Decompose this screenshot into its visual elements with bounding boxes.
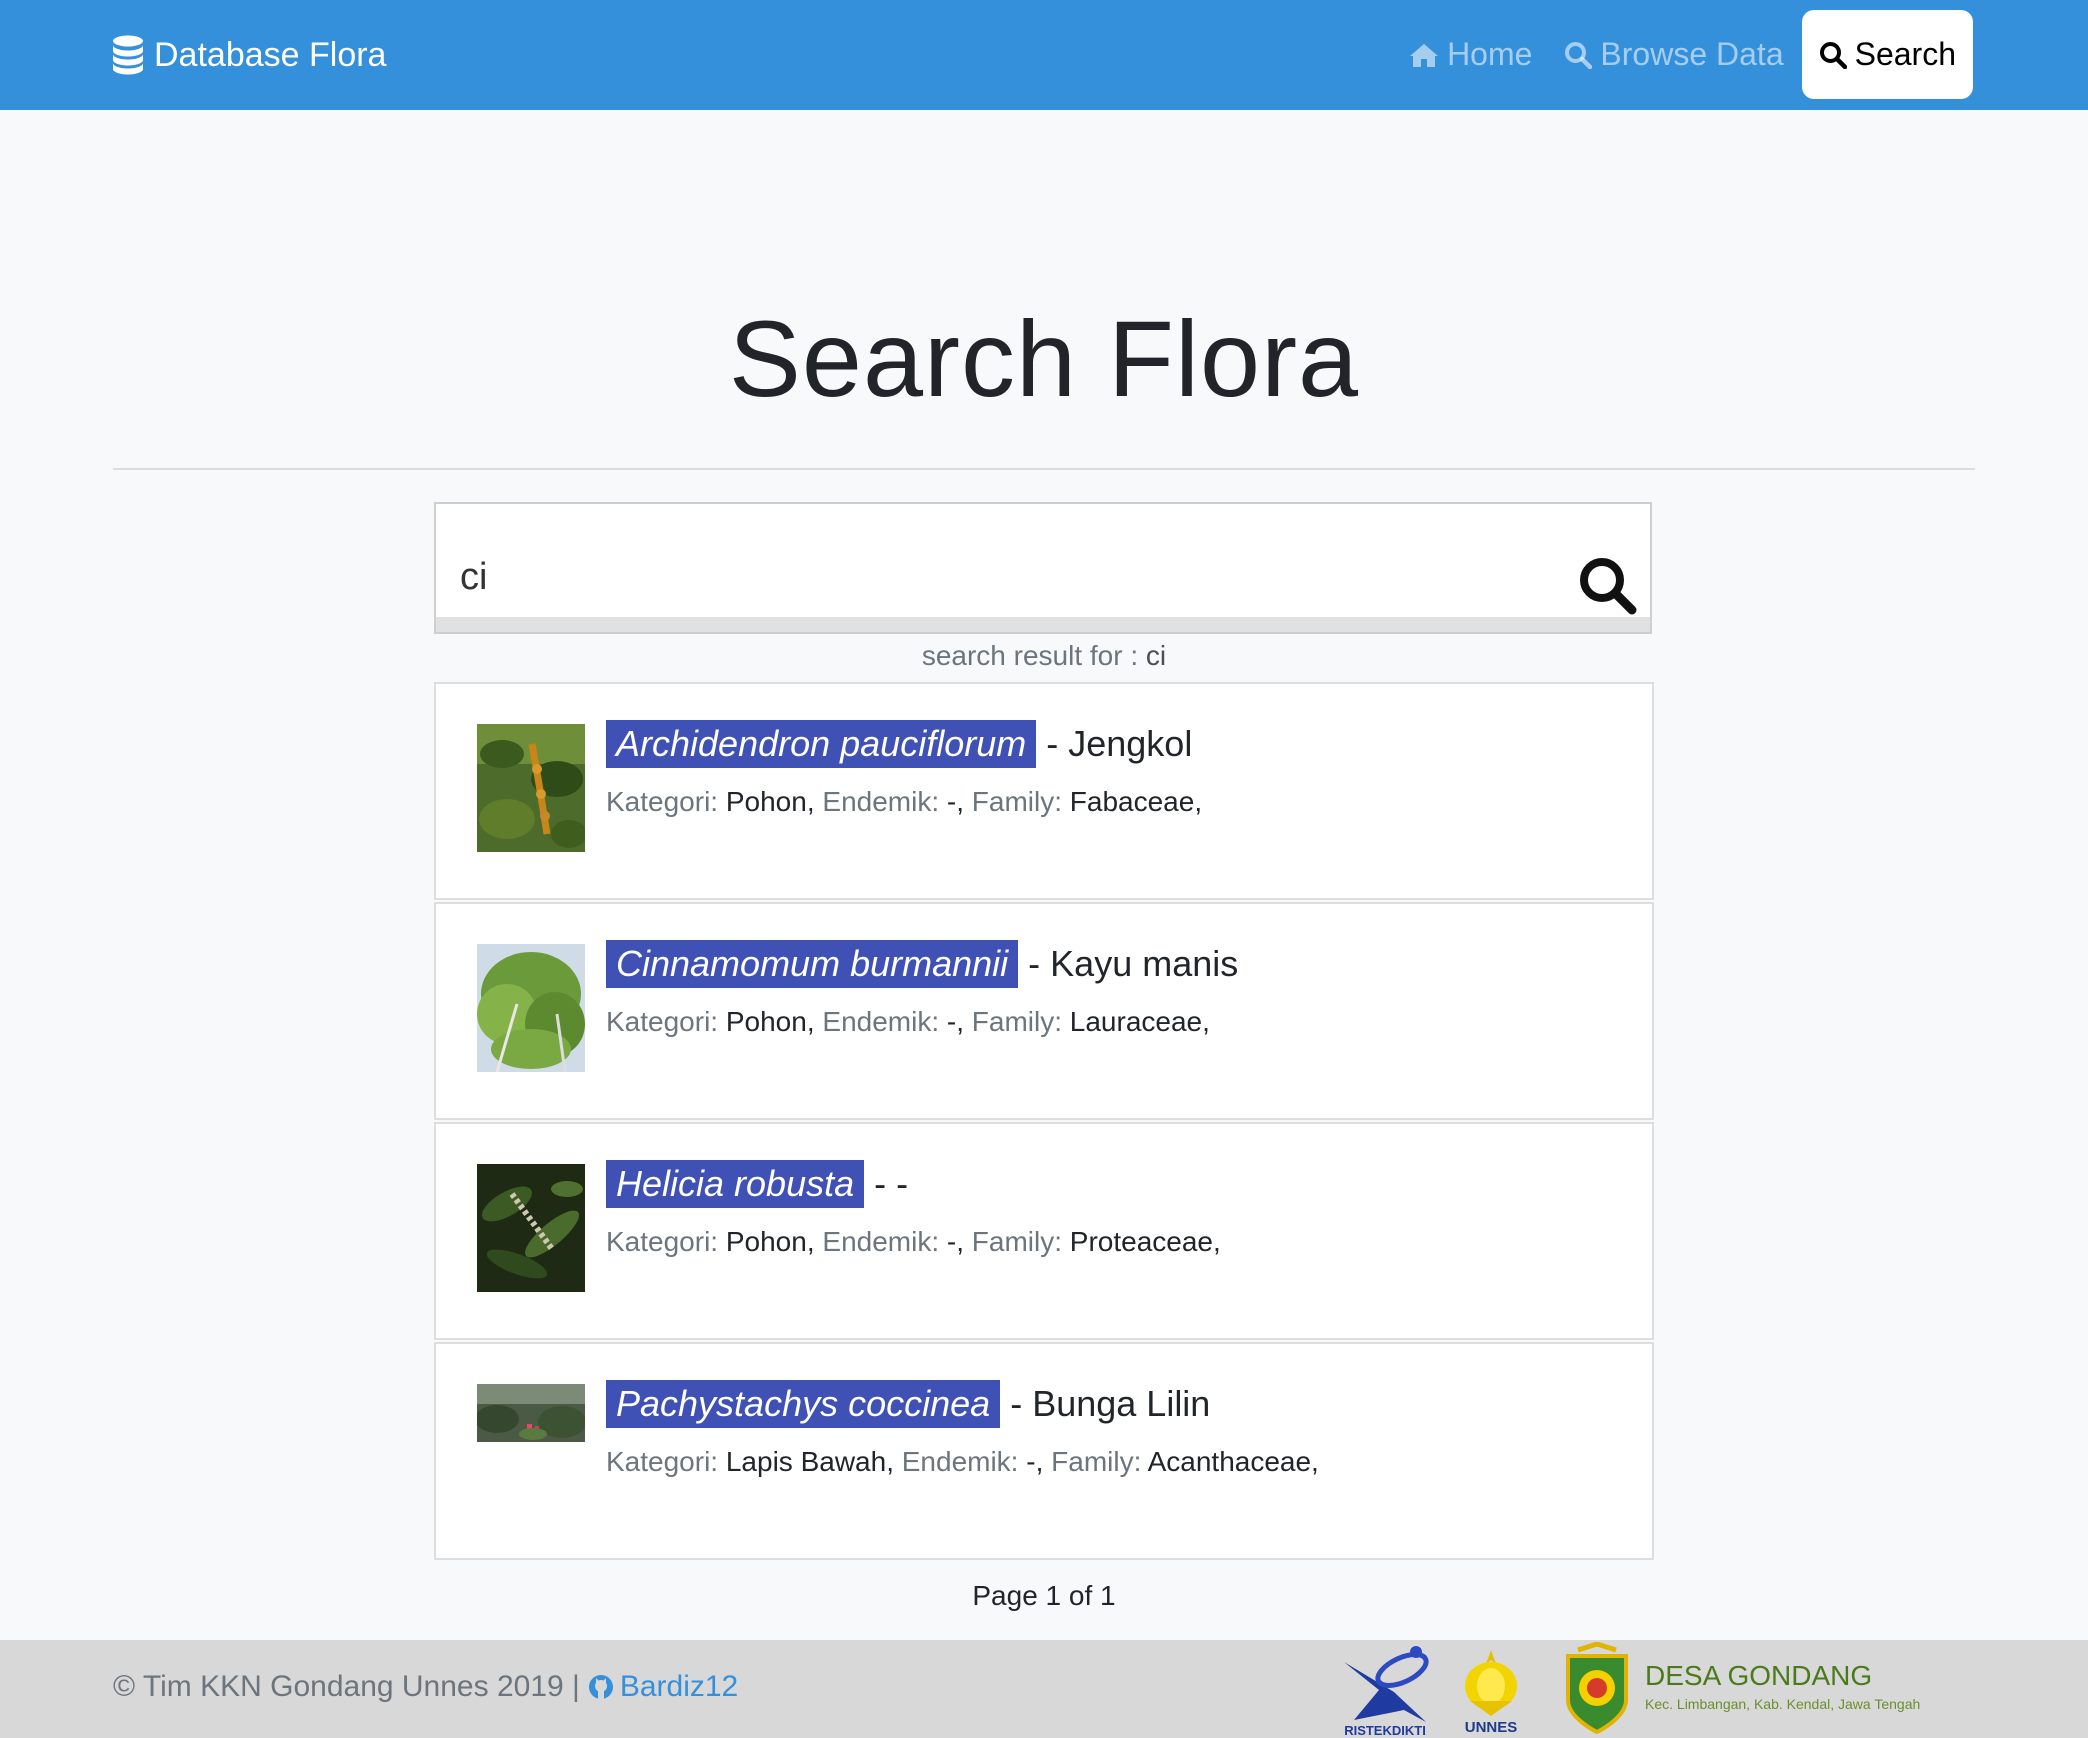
kategori-value: Pohon, — [725, 1226, 815, 1257]
endemik-label: Endemik: — [893, 1446, 1027, 1477]
kategori-label: Kategori: — [606, 1006, 726, 1037]
brand-link[interactable]: Database Flora — [112, 32, 386, 78]
nav-menu: Home Browse Data Search — [1393, 10, 1973, 99]
scientific-name[interactable]: Archidendron pauciflorum — [606, 720, 1037, 768]
family-label: Family: — [964, 1226, 1070, 1257]
copyright: © Tim KKN Gondang Unnes 2019 | Bardiz12 — [113, 1670, 738, 1704]
family-value: Fabaceae, — [1069, 786, 1203, 817]
local-name: - Bunga Lilin — [1010, 1383, 1211, 1424]
result-title: Helicia robusta - - — [606, 1160, 908, 1208]
result-prefix: search result for : — [921, 640, 1146, 671]
brand-label: Database Flora — [154, 35, 387, 74]
copyright-text: © Tim KKN Gondang Unnes 2019 | — [113, 1670, 580, 1703]
nav-search[interactable]: Search — [1801, 10, 1973, 99]
local-name: - Jengkol — [1046, 723, 1193, 764]
result-title: Cinnamomum burmannii - Kayu manis — [606, 940, 1238, 988]
search-icon — [1819, 41, 1847, 69]
endemik-label: Endemik: — [814, 1226, 947, 1257]
family-label: Family: — [964, 1006, 1070, 1037]
scientific-name[interactable]: Cinnamomum burmannii — [606, 940, 1019, 988]
desa-subtitle: Kec. Limbangan, Kab. Kendal, Jawa Tengah — [1645, 1696, 1921, 1712]
github-user: Bardiz12 — [619, 1670, 739, 1703]
result-query: ci — [1145, 640, 1167, 671]
list-item[interactable]: Archidendron pauciflorum - Jengkol Kateg… — [434, 682, 1654, 900]
footer: © Tim KKN Gondang Unnes 2019 | Bardiz12 … — [0, 1640, 2088, 1738]
list-item[interactable]: Cinnamomum burmannii - Kayu manis Katego… — [434, 902, 1654, 1120]
local-name: - Kayu manis — [1028, 943, 1239, 984]
github-link[interactable]: Bardiz12 — [588, 1670, 738, 1704]
result-meta: Kategori: Pohon, Endemik: -, Family: Pro… — [606, 1226, 1221, 1258]
kategori-value: Lapis Bawah, — [725, 1446, 894, 1477]
search-result-caption: search result for : ci — [0, 640, 2088, 672]
kategori-value: Pohon, — [725, 1006, 815, 1037]
navbar: Database Flora Home Browse Data Search — [0, 0, 2088, 110]
scientific-name[interactable]: Helicia robusta — [606, 1160, 865, 1208]
flora-thumbnail — [477, 724, 585, 852]
kendal-crest-logo — [1566, 1642, 1628, 1734]
nav-home-label: Home — [1447, 36, 1533, 72]
nav-home[interactable]: Home — [1393, 10, 1548, 99]
list-item[interactable]: Helicia robusta - - Kategori: Pohon, End… — [434, 1122, 1654, 1340]
endemik-label: Endemik: — [814, 786, 947, 817]
unnes-logo: UNNES — [1465, 1650, 1518, 1736]
page-title: Search Flora — [728, 298, 1360, 419]
search-icon — [1565, 41, 1593, 69]
flora-thumbnail — [477, 944, 585, 1072]
svg-text:RISTEKDIKTI: RISTEKDIKTI — [1344, 1723, 1426, 1738]
nav-search-label: Search — [1854, 36, 1956, 72]
list-item[interactable]: Pachystachys coccinea - Bunga Lilin Kate… — [434, 1342, 1654, 1560]
kategori-label: Kategori: — [606, 1226, 726, 1257]
flora-thumbnail — [477, 1384, 585, 1442]
divider — [113, 468, 1975, 470]
family-value: Proteaceae, — [1069, 1226, 1221, 1257]
family-label: Family: — [1043, 1446, 1148, 1477]
kategori-value: Pohon, — [725, 786, 815, 817]
kategori-label: Kategori: — [606, 786, 726, 817]
results-list: Archidendron pauciflorum - Jengkol Kateg… — [434, 682, 1654, 1560]
desa-name: DESA GONDANG — [1645, 1660, 1873, 1691]
result-meta: Kategori: Pohon, Endemik: -, Family: Lau… — [606, 1006, 1210, 1038]
endemik-value: -, — [946, 1226, 964, 1257]
search-submit-icon[interactable] — [1576, 554, 1640, 618]
result-title: Pachystachys coccinea - Bunga Lilin — [606, 1380, 1210, 1428]
local-name: - - — [874, 1163, 909, 1204]
scientific-name[interactable]: Pachystachys coccinea — [606, 1380, 1001, 1428]
flora-thumbnail — [477, 1164, 585, 1292]
svg-text:UNNES: UNNES — [1465, 1719, 1518, 1736]
search-input[interactable] — [436, 504, 1650, 617]
home-icon — [1410, 43, 1439, 67]
result-meta: Kategori: Lapis Bawah, Endemik: -, Famil… — [606, 1446, 1319, 1478]
family-value: Acanthaceae, — [1147, 1446, 1319, 1477]
endemik-value: -, — [946, 1006, 964, 1037]
ristekdikti-logo: RISTEKDIKTI — [1344, 1646, 1429, 1738]
pagination-label: Page 1 of 1 — [972, 1580, 1116, 1611]
family-label: Family: — [964, 786, 1070, 817]
github-icon — [588, 1675, 613, 1699]
database-icon — [113, 35, 143, 75]
endemik-label: Endemik: — [814, 1006, 947, 1037]
nav-browse-data[interactable]: Browse Data — [1548, 10, 1799, 99]
kategori-label: Kategori: — [606, 1446, 726, 1477]
endemik-value: -, — [946, 786, 964, 817]
search-box — [434, 502, 1652, 634]
result-meta: Kategori: Pohon, Endemik: -, Family: Fab… — [606, 786, 1202, 818]
result-title: Archidendron pauciflorum - Jengkol — [606, 720, 1192, 768]
endemik-value: -, — [1026, 1446, 1044, 1477]
family-value: Lauraceae, — [1069, 1006, 1210, 1037]
nav-browse-label: Browse Data — [1600, 36, 1784, 72]
